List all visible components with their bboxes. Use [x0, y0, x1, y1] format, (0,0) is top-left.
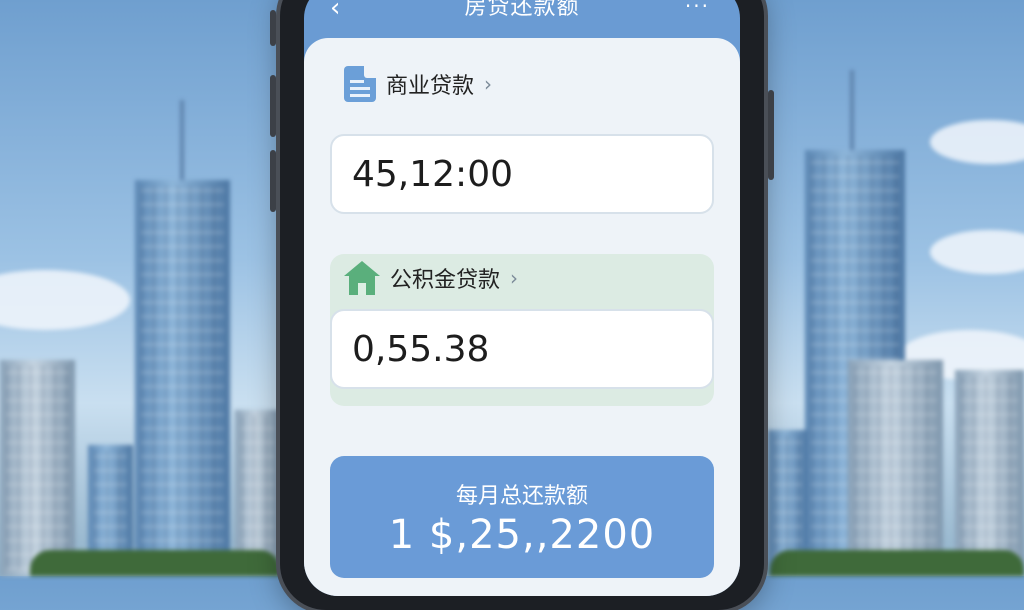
house-icon	[344, 261, 380, 295]
app-screen: ‹ 房贷还款额 ··· 商业贷款 › 45,12:00 公积金贷款 › 0,55…	[304, 0, 740, 596]
chevron-right-icon: ›	[510, 266, 519, 290]
provident-loan-input[interactable]: 0,55.38	[330, 309, 714, 389]
page-title: 房贷还款额	[464, 0, 580, 20]
provident-loan-row[interactable]: 公积金贷款 ›	[344, 261, 518, 295]
provident-loan-value: 0,55.38	[352, 328, 490, 370]
phone-frame: ‹ 房贷还款额 ··· 商业贷款 › 45,12:00 公积金贷款 › 0,55…	[270, 0, 774, 610]
chevron-right-icon: ›	[484, 72, 493, 96]
commercial-loan-row[interactable]: 商业贷款 ›	[344, 66, 492, 102]
commercial-loan-input[interactable]: 45,12:00	[330, 134, 714, 214]
monthly-payment-result: 每月总还款额 1 $,25,,2200	[330, 456, 714, 578]
provident-loan-label: 公积金贷款	[390, 268, 501, 293]
document-icon	[344, 66, 376, 102]
monthly-payment-label: 每月总还款额	[455, 484, 588, 509]
commercial-loan-label: 商业贷款	[386, 74, 475, 99]
commercial-loan-value: 45,12:00	[352, 153, 513, 195]
monthly-payment-value: 1 $,25,,2200	[388, 512, 656, 558]
calculator-card: 商业贷款 › 45,12:00 公积金贷款 › 0,55.38 每月总还款额 1…	[304, 38, 740, 596]
more-dots-icon[interactable]: ···	[685, 0, 710, 16]
top-bar: ‹ 房贷还款额 ···	[304, 0, 740, 40]
